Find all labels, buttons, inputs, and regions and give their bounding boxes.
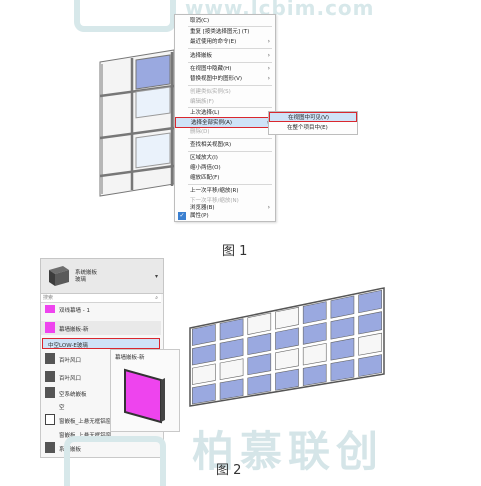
menu-item-override-graphics[interactable]: 替换视图中的图形(V) › [175, 74, 275, 84]
type-preview-tooltip: 幕墙嵌板-新 [110, 349, 180, 432]
panel-swatch-icon [45, 353, 55, 364]
curtain-panel [330, 359, 355, 382]
context-menu: 取消(C) 重复 [按类选择图元] (T) 最近使用的命令(E) › 选择嵌板 › … [174, 14, 276, 222]
curtain-panel [219, 358, 244, 381]
curtain-panel [192, 343, 216, 366]
submenu-item-visible-in-view[interactable]: 在视图中可见(V) [269, 112, 357, 122]
menu-item-select-panel[interactable]: 选择嵌板 › [175, 51, 275, 61]
menu-item-cancel[interactable]: 取消(C) [175, 16, 275, 26]
menu-item-create-similar[interactable]: 创建类似实例(S) [175, 87, 275, 97]
type-selector[interactable]: 系统嵌板 玻璃 ▾ [40, 258, 164, 294]
panel-thumbnail-icon [49, 266, 69, 286]
type-family-label: 系统嵌板 [75, 270, 98, 276]
list-item-selected[interactable]: 中空LOW-E玻璃 [42, 338, 160, 349]
chevron-right-icon: › [267, 65, 270, 72]
curtain-panel [275, 327, 299, 350]
curtain-panel [219, 338, 244, 361]
window-panel-icon [45, 414, 55, 425]
curtain-panel [247, 353, 272, 376]
watermark-logo-top [74, 0, 176, 32]
watermark-logo-bottom [64, 436, 166, 486]
menu-item-zoom-fit[interactable]: 缩放匹配(F) [175, 173, 275, 183]
curtain-panel [247, 312, 272, 335]
curtain-panel [219, 378, 244, 400]
curtain-panel [330, 337, 355, 361]
panel-swatch-icon [45, 387, 55, 398]
type-name-label: 玻璃 [75, 277, 87, 283]
curtain-panel [302, 322, 327, 345]
list-item[interactable]: 幕墙嵌板-新 [41, 321, 161, 335]
chevron-right-icon: › [267, 52, 270, 59]
curtain-panel [247, 373, 272, 396]
curtain-panel [192, 383, 216, 405]
curtain-panel [302, 363, 327, 387]
curtain-panel [330, 295, 355, 319]
magenta-panel-preview [124, 368, 165, 424]
panel-swatch-icon [45, 442, 55, 453]
curtain-panel [247, 332, 272, 356]
list-item[interactable]: 双线幕墙 - 1 [41, 305, 161, 315]
chevron-right-icon: › [267, 38, 270, 45]
menu-item-delete[interactable]: 删除(D) [175, 127, 275, 137]
curtain-panel [302, 343, 327, 366]
curtain-wall-fig2 [189, 287, 385, 407]
menu-item-recent-commands[interactable]: 最近使用的命令(E) › [175, 37, 275, 47]
menu-item-previous-pan-zoom[interactable]: 上一次平移/缩放(R) [175, 186, 275, 196]
search-icon: ⌕ [155, 295, 158, 301]
curtain-panel [358, 332, 382, 356]
menu-item-properties[interactable]: ✓ 属性(P) [175, 211, 275, 221]
submenu-item-entire-project[interactable]: 在整个项目中(E) [269, 123, 357, 133]
figure-2-caption: 图 2 [216, 463, 242, 478]
curtain-panel [302, 301, 327, 325]
curtain-panel [330, 316, 355, 340]
curtain-panel [358, 354, 382, 377]
curtain-panel [275, 306, 299, 330]
menu-item-zoom-region[interactable]: 区域放大(I) [175, 153, 275, 163]
figure-1-caption: 图 1 [222, 244, 248, 259]
menu-item-find-related-views[interactable]: 查找相关视图(R) [175, 140, 275, 150]
curtain-panel [358, 311, 382, 335]
panel-swatch-icon [45, 371, 55, 382]
curtain-panel [192, 363, 216, 385]
curtain-panel [219, 318, 244, 341]
curtain-panel [358, 289, 382, 314]
panel-swatch-icon [45, 322, 55, 333]
chevron-down-icon[interactable]: ▾ [155, 273, 158, 280]
chevron-right-icon: › [267, 75, 270, 82]
type-search-input[interactable]: 搜索 ⌕ [41, 294, 161, 303]
preview-title: 幕墙嵌板-新 [115, 355, 145, 361]
curtain-panel [275, 368, 299, 391]
menu-item-repeat[interactable]: 重复 [按类选择图元] (T) [175, 27, 275, 37]
menu-item-hide-in-view[interactable]: 在视图中隐藏(H) › [175, 64, 275, 74]
check-icon: ✓ [178, 212, 186, 220]
menu-item-edit-family[interactable]: 编辑族(F) [175, 97, 275, 107]
menu-item-zoom-out[interactable]: 缩小两倍(O) [175, 163, 275, 173]
submenu-select-all-instances: 在视图中可见(V) 在整个项目中(E) [268, 111, 358, 135]
panel-swatch-icon [45, 305, 55, 313]
curtain-panel [275, 348, 299, 371]
